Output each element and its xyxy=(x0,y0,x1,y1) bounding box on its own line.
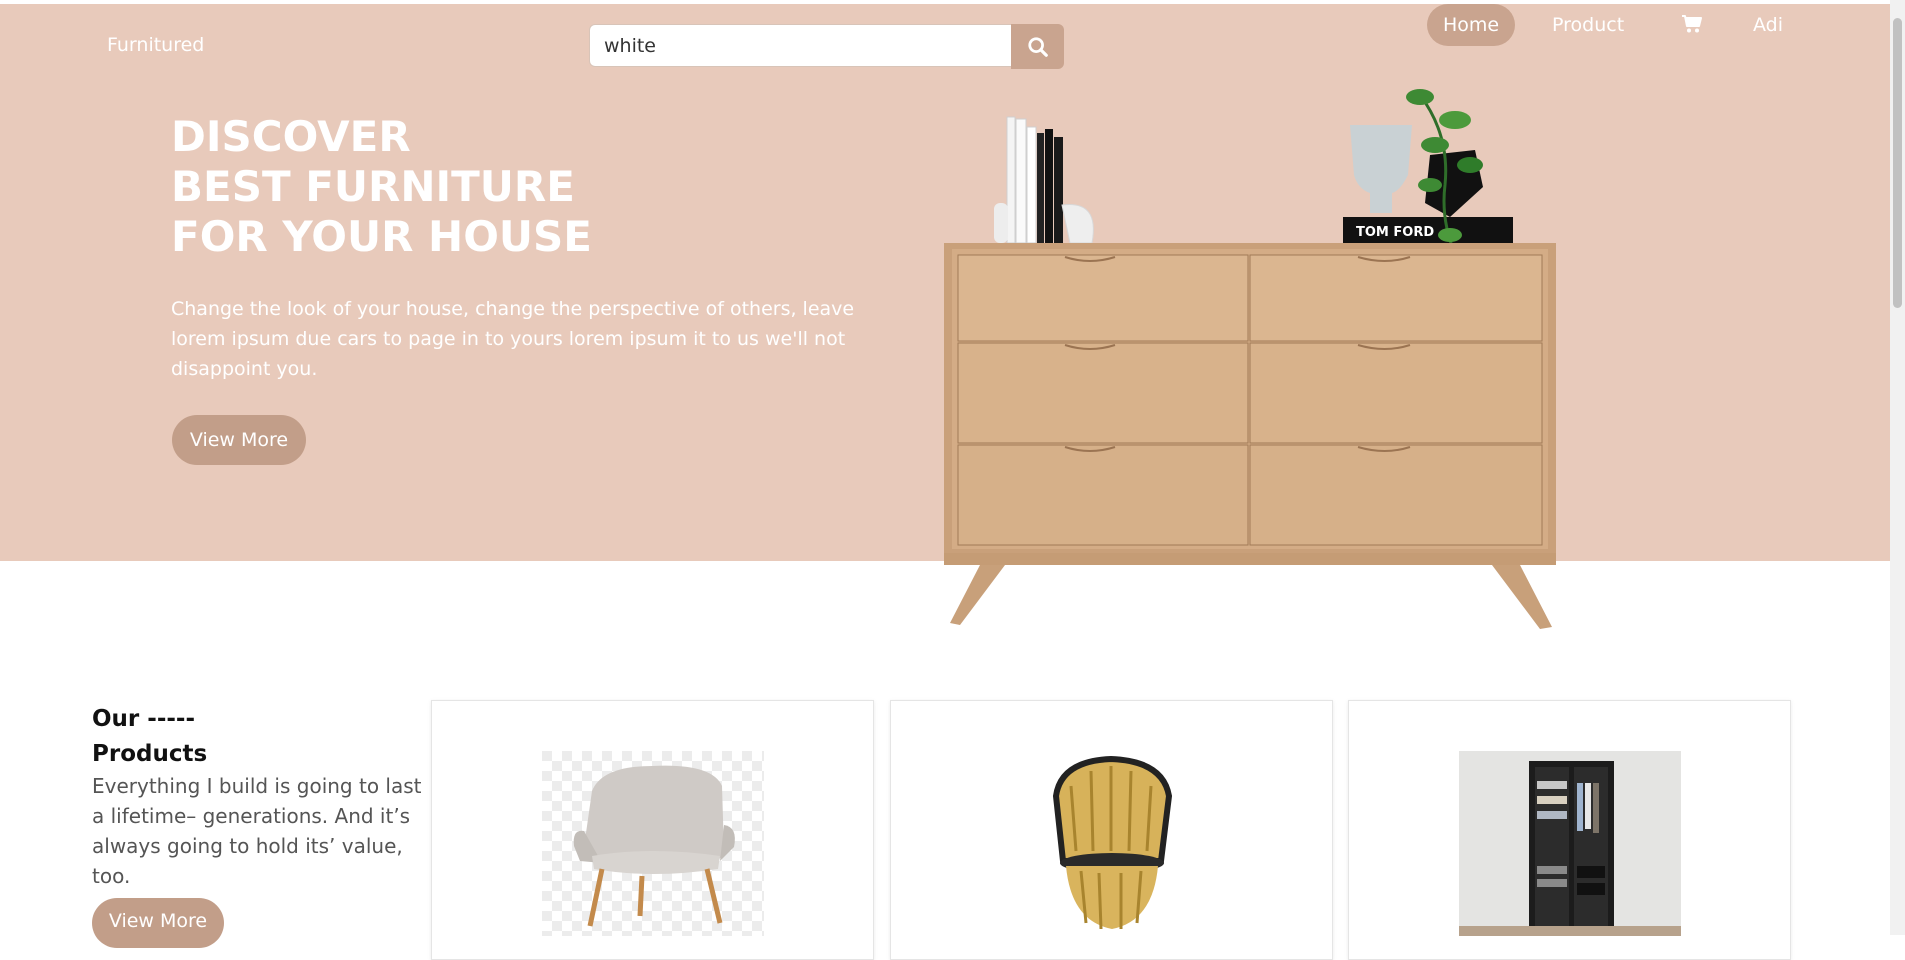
hero-title-line: DISCOVER xyxy=(171,112,411,161)
product-card[interactable] xyxy=(431,700,874,960)
products-view-more-button[interactable]: View More xyxy=(92,898,224,948)
products-description: Everything I build is going to last a li… xyxy=(92,774,422,888)
product-image-wardrobe xyxy=(1459,751,1681,936)
vertical-scrollbar[interactable] xyxy=(1890,0,1905,935)
product-card[interactable] xyxy=(1348,700,1791,960)
product-card[interactable] xyxy=(890,700,1333,960)
hero-title-line: FOR YOUR HOUSE xyxy=(171,212,592,261)
search-bar xyxy=(589,24,1064,69)
dresser-body xyxy=(944,243,1556,629)
product-image-bamboo-chair xyxy=(1052,755,1173,930)
products-title-line: Products xyxy=(92,741,208,767)
brand-logo[interactable]: Furnitured xyxy=(107,34,204,56)
scrollbar-thumb[interactable] xyxy=(1893,18,1902,308)
products-title-line: Our ----- xyxy=(92,706,196,732)
nav-home-link[interactable]: Home xyxy=(1427,4,1516,46)
nav-product-link[interactable]: Product xyxy=(1552,4,1624,46)
hero-description: Change the look of your house, change th… xyxy=(171,298,855,380)
hero-view-more-button[interactable]: View More xyxy=(172,415,306,465)
search-input[interactable] xyxy=(589,24,1011,67)
books-decor xyxy=(994,116,1094,244)
cart-button[interactable] xyxy=(1681,14,1703,39)
products-section-title: Our ----- Products xyxy=(92,702,207,772)
cart-icon xyxy=(1682,15,1702,33)
product-image-armchair xyxy=(542,751,764,936)
hero-title-line: BEST FURNITURE xyxy=(171,162,575,211)
hero-title: DISCOVER BEST FURNITURE FOR YOUR HOUSE xyxy=(171,112,592,262)
book-label: TOM FORD xyxy=(1356,225,1434,240)
nav-user-link[interactable]: Adi xyxy=(1753,4,1783,46)
search-icon xyxy=(1027,36,1048,57)
search-button[interactable] xyxy=(1011,24,1064,69)
dresser-image: TOM FORD xyxy=(944,89,1556,629)
